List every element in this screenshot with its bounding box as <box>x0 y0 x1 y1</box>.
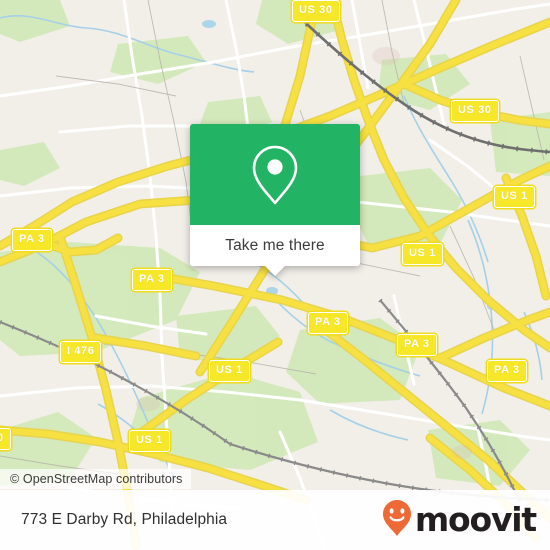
road-shield: US 30 <box>292 0 340 22</box>
popup-pointer-tail <box>264 265 286 276</box>
road-shield: US 1 <box>209 360 250 382</box>
road-shield: PA 3 <box>12 229 52 251</box>
road-shield: PA 3 <box>397 334 437 356</box>
popup-green-panel <box>190 124 360 225</box>
road-shield: PA 3 <box>132 269 172 291</box>
moovit-wordmark: moovit <box>414 499 537 539</box>
moovit-smiley-pin-icon <box>382 499 412 542</box>
moovit-logo[interactable]: moovit <box>382 499 537 542</box>
road-shield: PA 3 <box>308 312 348 334</box>
road-shield: US 1 <box>494 186 535 208</box>
map-application: US 30 US 30 US 1 PA 3 US 1 PA 3 PA 3 PA … <box>0 0 550 550</box>
take-me-there-popup[interactable]: Take me there <box>190 124 360 276</box>
bottom-info-bar: 773 E Darby Rd, Philadelphia moovit <box>0 490 550 550</box>
road-shield: US 1 <box>402 243 443 265</box>
address-label: 773 E Darby Rd, Philadelphia <box>21 511 228 528</box>
road-shield: PA 3 <box>487 360 527 382</box>
take-me-there-label: Take me there <box>225 236 325 254</box>
road-shield: US 1 <box>129 430 170 452</box>
map-pin-icon <box>249 143 301 207</box>
road-shield-partial: 0 <box>0 428 11 450</box>
road-shield: US 30 <box>451 100 499 122</box>
popup-action-panel[interactable]: Take me there <box>190 225 360 276</box>
road-shield: I 476 <box>60 341 102 363</box>
osm-attribution[interactable]: © OpenStreetMap contributors <box>0 469 191 489</box>
